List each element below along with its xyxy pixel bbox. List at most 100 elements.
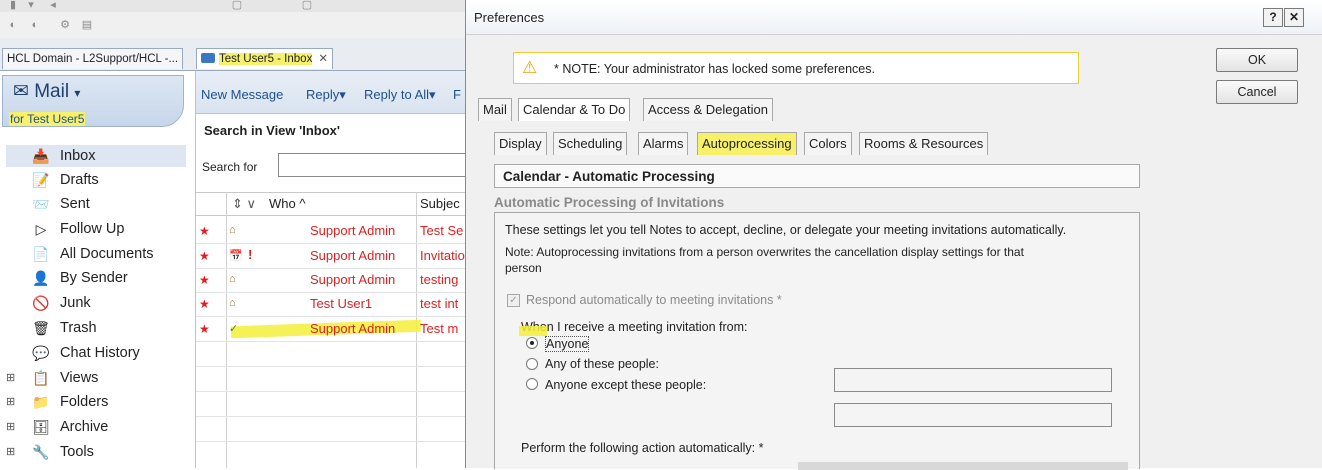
when-label: When I receive a meeting invitation from… — [521, 320, 748, 334]
toolbar-icon[interactable]: ▢ — [300, 0, 314, 11]
sidebar-item-chat-history[interactable]: 💬 Chat History — [6, 342, 186, 364]
table-row[interactable] — [196, 367, 465, 392]
cancel-button[interactable]: Cancel — [1216, 80, 1298, 104]
mail-title-label: Mail — [34, 81, 70, 102]
toolbar-icon[interactable]: ◂ — [46, 0, 60, 11]
sidebar-item-label: Drafts — [60, 172, 99, 188]
table-row[interactable]: ★ ⌂ Support Admin testing — [196, 268, 465, 293]
subtab-colors[interactable]: Colors — [804, 132, 852, 155]
toolbar-icon[interactable]: ▾ — [24, 0, 38, 11]
sidebar-item-junk[interactable]: 🚫 Junk — [6, 292, 186, 314]
close-tab-icon[interactable]: ✕ — [318, 53, 328, 65]
subtab-scheduling[interactable]: Scheduling — [553, 132, 628, 155]
subtab-rooms-resources[interactable]: Rooms & Resources — [859, 132, 989, 155]
toolbar-icon[interactable]: ▢ — [230, 0, 244, 11]
sidebar: ✉ Mail ▾ for Test User5 📥 Inbox 📝 Drafts 📨… — [0, 71, 196, 468]
table-row[interactable]: ★ ✓ Support Admin Test m — [196, 317, 465, 342]
row-who: Test User1 — [310, 296, 373, 311]
new-message-button[interactable]: New Message — [201, 87, 283, 102]
expand-icon[interactable]: ⊞ — [6, 441, 15, 463]
preferences-dialog: Preferences ? ✕ ⚠ * NOTE: Your administr… — [465, 0, 1322, 470]
tab-mail[interactable]: Mail — [478, 98, 512, 121]
views-icon: 📋 — [32, 370, 50, 386]
subtab-display[interactable]: Display — [494, 132, 547, 155]
toolbar-icon[interactable]: ▮ — [6, 0, 20, 11]
ok-button[interactable]: OK — [1216, 48, 1298, 72]
mail-user: for Test User5 — [9, 112, 86, 126]
who-column-header[interactable]: Who ^ — [269, 196, 305, 211]
respond-checkbox[interactable]: ✓ — [507, 294, 520, 307]
sidebar-item-follow-up[interactable]: ▷ Follow Up — [6, 218, 186, 240]
search-input[interactable] — [278, 153, 480, 177]
radio-anyone-except[interactable] — [526, 378, 538, 390]
toolbar-icon[interactable]: ▤ — [80, 20, 94, 31]
table-row[interactable] — [196, 417, 465, 442]
sidebar-item-trash[interactable]: 🗑 Trash — [6, 317, 186, 339]
tab-access-delegation[interactable]: Access & Delegation — [643, 98, 773, 121]
folders-icon: 📁 — [32, 394, 50, 410]
sidebar-item-by-sender[interactable]: 👤 By Sender — [6, 267, 186, 289]
reply-to-all-button[interactable]: Reply to All▾ — [364, 87, 436, 103]
reply-button[interactable]: Reply▾ — [306, 87, 346, 103]
subtab-alarms[interactable]: Alarms — [638, 132, 689, 155]
invitation-icon: ⌂ — [229, 273, 236, 285]
sent-icon: 📨 — [32, 196, 50, 212]
unread-star-icon: ★ — [199, 297, 210, 311]
drafts-icon: 📝 — [32, 172, 50, 188]
chat-history-icon: 💬 — [32, 345, 50, 361]
sidebar-item-drafts[interactable]: 📝 Drafts — [6, 169, 186, 191]
chevron-down-icon: ▾ — [74, 86, 81, 100]
search-label: Search for — [202, 160, 258, 174]
close-button[interactable]: ✕ — [1284, 8, 1304, 27]
sidebar-item-folders[interactable]: ⊞ 📁 Folders — [6, 391, 186, 413]
sort-column-header[interactable]: ⇕ ∨ — [232, 196, 256, 212]
expand-icon[interactable]: ⊞ — [6, 391, 15, 413]
sidebar-item-tools[interactable]: ⊞ 🔧 Tools — [6, 441, 186, 463]
dialog-title: Preferences — [474, 10, 545, 25]
table-row[interactable]: ★ ⌂ Support Admin Test Se — [196, 219, 465, 244]
radio-anyone[interactable] — [526, 337, 538, 349]
expand-icon[interactable]: ⊞ — [6, 416, 15, 438]
row-subject: Test m — [420, 321, 459, 336]
sidebar-item-archive[interactable]: ⊞ 🗄 Archive — [6, 416, 186, 438]
mail-icon: ✉ — [13, 81, 29, 102]
help-button[interactable]: ? — [1263, 8, 1283, 27]
secondary-toolbar: ◐ ◐ ⚙ ▤ — [0, 12, 465, 39]
table-row[interactable] — [196, 342, 465, 367]
row-who: Support Admin — [310, 223, 396, 238]
toolbar-icon[interactable]: ⚙ — [58, 20, 72, 31]
follow-up-icon: ▷ — [35, 221, 47, 237]
forward-button[interactable]: F — [453, 87, 461, 102]
sidebar-item-views[interactable]: ⊞ 📋 Views — [6, 367, 186, 389]
dialog-titlebar: Preferences ? ✕ — [466, 0, 1322, 35]
sidebar-item-all-documents[interactable]: 📄 All Documents — [6, 243, 186, 265]
row-who: Support Admin — [310, 248, 396, 263]
expand-icon[interactable]: ⊞ — [6, 367, 15, 389]
tab-hcl-domain[interactable]: HCL Domain - L2Support/HCL -... — [2, 48, 184, 69]
tab-calendar-todo[interactable]: Calendar & To Do — [518, 98, 631, 121]
invitation-icon: 📅 — [229, 250, 243, 262]
toolbar-icon[interactable]: ◐ — [6, 20, 20, 31]
tab-inbox[interactable]: Test User5 - Inbox ✕ — [196, 48, 333, 69]
mail-title[interactable]: ✉ Mail ▾ — [13, 80, 80, 103]
toolbar-icon[interactable]: ◐ — [28, 20, 42, 31]
table-row[interactable]: ★ ⌂ Test User1 test int — [196, 292, 465, 317]
sidebar-item-inbox[interactable]: 📥 Inbox — [6, 145, 186, 167]
section-header: Calendar - Automatic Processing — [494, 164, 1140, 188]
note-text: * NOTE: Your administrator has locked so… — [554, 62, 875, 76]
section-title: Calendar - Automatic Processing — [503, 169, 715, 184]
people-field[interactable] — [834, 403, 1112, 427]
sidebar-item-label: All Documents — [60, 246, 154, 262]
mail-header[interactable]: ✉ Mail ▾ for Test User5 — [2, 75, 184, 127]
subtab-autoprocessing[interactable]: Autoprocessing — [697, 132, 797, 155]
sidebar-item-sent[interactable]: 📨 Sent — [6, 193, 186, 215]
subject-column-header[interactable]: Subjec — [420, 196, 460, 211]
table-row[interactable]: ★ 📅! Support Admin Invitatio — [196, 244, 465, 269]
people-field[interactable] — [834, 368, 1112, 392]
unread-star-icon: ★ — [199, 224, 210, 238]
junk-icon: 🚫 — [32, 295, 50, 311]
archive-icon: 🗄 — [32, 419, 50, 435]
radio-any-of-these[interactable] — [526, 358, 538, 370]
unread-star-icon: ★ — [199, 249, 210, 263]
table-row[interactable] — [196, 392, 465, 417]
